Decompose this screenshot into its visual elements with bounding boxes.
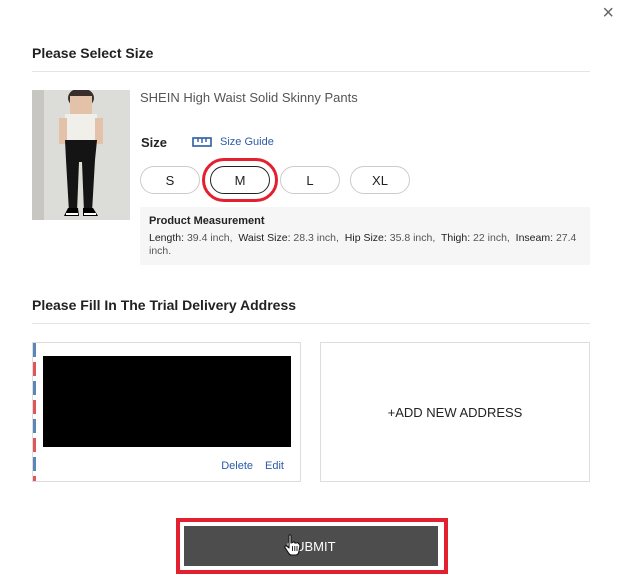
size-options: S M L XL xyxy=(140,158,410,202)
ruler-icon xyxy=(192,137,212,147)
measure-inseam-label: Inseam: xyxy=(515,232,554,244)
measure-length-label: Length: xyxy=(149,232,185,244)
divider xyxy=(32,71,590,72)
size-section-title: Please Select Size xyxy=(32,45,154,61)
add-new-address-button[interactable]: +ADD NEW ADDRESS xyxy=(320,342,590,482)
delete-address-link[interactable]: Delete xyxy=(221,460,253,472)
measure-thigh-value: 22 inch, xyxy=(473,232,510,244)
redacted-address xyxy=(43,356,291,447)
size-label: Size xyxy=(141,135,168,150)
size-option-s[interactable]: S xyxy=(140,166,200,194)
measure-hip-label: Hip Size: xyxy=(344,232,387,244)
size-option-xl[interactable]: XL xyxy=(350,166,410,194)
measure-hip-value: 35.8 inch, xyxy=(389,232,436,244)
size-option-l[interactable]: L xyxy=(280,166,340,194)
size-option-m[interactable]: M xyxy=(202,158,278,202)
product-name: SHEIN High Waist Solid Skinny Pants xyxy=(140,90,358,105)
address-actions: Delete Edit xyxy=(221,460,284,472)
measure-waist-label: Waist Size: xyxy=(238,232,291,244)
divider xyxy=(32,323,590,324)
submit-button[interactable]: SUBMIT xyxy=(184,526,438,566)
product-measurement: Product Measurement Length: 39.4 inch, W… xyxy=(140,207,590,265)
add-new-address-label: +ADD NEW ADDRESS xyxy=(387,404,523,420)
airmail-border xyxy=(33,343,36,481)
measure-length-value: 39.4 inch, xyxy=(186,232,233,244)
edit-address-link[interactable]: Edit xyxy=(265,460,284,472)
measurement-title: Product Measurement xyxy=(149,215,265,227)
measure-waist-value: 28.3 inch, xyxy=(293,232,339,244)
product-photo-icon xyxy=(32,90,130,220)
measurement-values: Length: 39.4 inch, Waist Size: 28.3 inch… xyxy=(149,232,581,258)
address-section-title: Please Fill In The Trial Delivery Addres… xyxy=(32,297,297,313)
product-image xyxy=(32,90,130,220)
size-guide-link[interactable]: Size Guide xyxy=(192,136,274,148)
size-guide-label: Size Guide xyxy=(220,136,274,148)
close-icon[interactable]: × xyxy=(602,3,614,23)
measure-thigh-label: Thigh: xyxy=(440,232,471,244)
address-card[interactable]: Delete Edit xyxy=(32,342,301,482)
